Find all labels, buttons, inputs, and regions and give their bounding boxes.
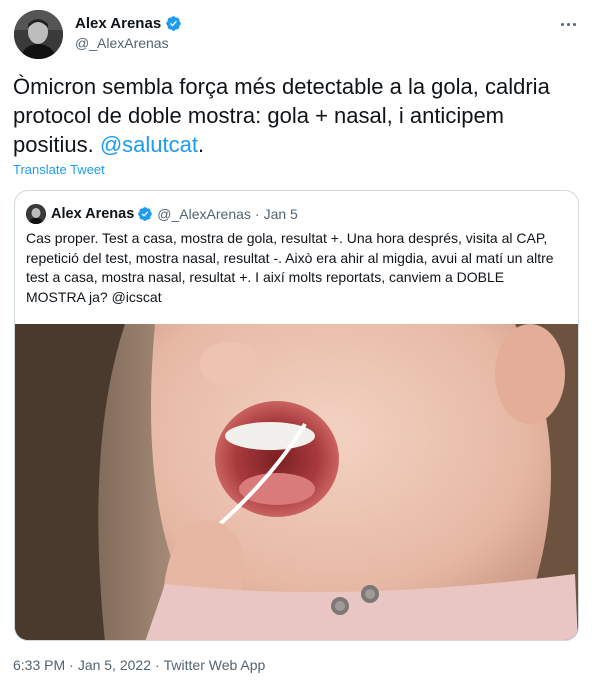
tweet-footer: 6:33 PM · Jan 5, 2022 · Twitter Web App — [13, 657, 265, 673]
author-handle[interactable]: @_AlexArenas — [75, 35, 182, 51]
quoted-tweet-text: Cas proper. Test a casa, mostra de gola,… — [26, 230, 554, 305]
quoted-author-name: Alex Arenas — [51, 206, 135, 222]
quoted-author-handle: @_AlexArenas — [157, 206, 251, 222]
tweet-text: Òmicron sembla força més detectable a la… — [13, 72, 588, 159]
tweet-date[interactable]: Jan 5, 2022 — [78, 657, 151, 673]
tweet-time[interactable]: 6:33 PM — [13, 657, 65, 673]
tweet-source[interactable]: Twitter Web App — [164, 657, 266, 673]
verified-badge-icon — [165, 15, 182, 32]
tweet-text-body: Òmicron sembla força més detectable a la… — [13, 74, 550, 157]
author-avatar[interactable] — [14, 10, 63, 59]
more-horizontal-icon[interactable] — [557, 14, 579, 34]
quoted-tweet[interactable]: Alex Arenas @_AlexArenas · Jan 5 Cas pro… — [14, 190, 579, 641]
footer-separator: · — [154, 657, 160, 673]
quoted-tweet-photo[interactable] — [15, 324, 578, 640]
footer-separator: · — [69, 657, 74, 673]
tweet-text-end: . — [197, 132, 205, 157]
author-block: Alex Arenas @_AlexArenas — [75, 12, 182, 51]
mention-link[interactable]: @salutcat — [100, 132, 198, 157]
quoted-tweet-header: Alex Arenas @_AlexArenas · Jan 5 — [26, 204, 298, 224]
quoted-author-avatar — [26, 204, 46, 224]
author-name[interactable]: Alex Arenas — [75, 15, 161, 32]
translate-tweet-link[interactable]: Translate Tweet — [13, 162, 105, 177]
quoted-date: Jan 5 — [263, 206, 298, 222]
verified-badge-icon — [137, 206, 153, 222]
tweet-card: Alex Arenas @_AlexArenas Òmicron sembla … — [0, 0, 605, 692]
quoted-dot-separator: · — [254, 206, 260, 222]
